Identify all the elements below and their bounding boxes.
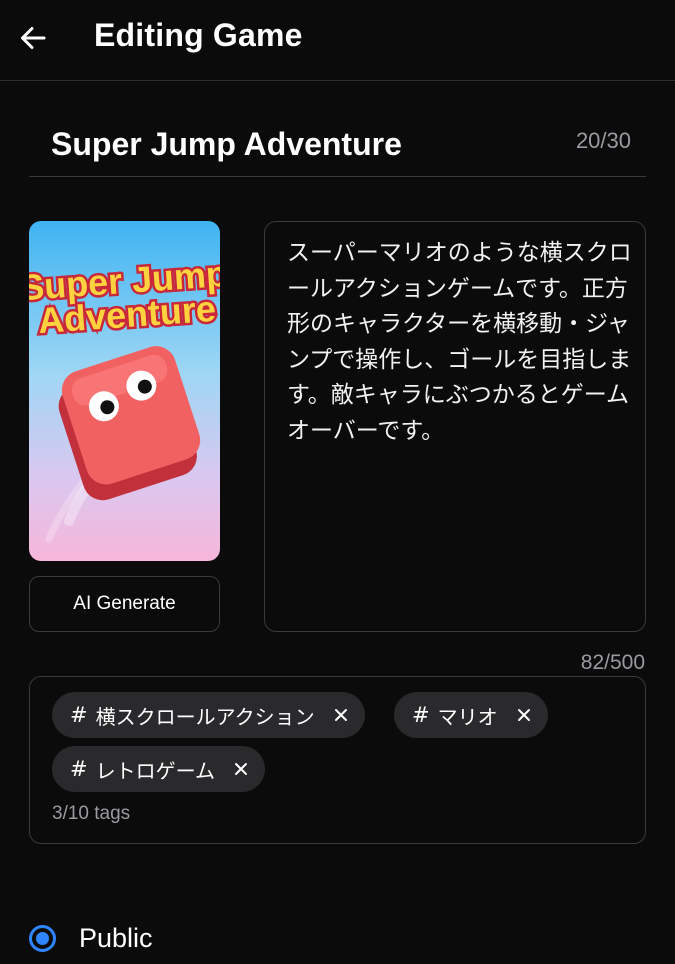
hash-icon: # [70,757,88,781]
radio-dot [36,931,49,945]
tag-chip[interactable]: # マリオ [394,692,548,738]
description-text: スーパーマリオのような横スクロールアクションゲームです。正方形のキャラクターを横… [287,240,632,444]
tag-chip[interactable]: # レトロゲーム [52,746,266,792]
close-icon[interactable] [231,759,251,779]
page-title: Editing Game [94,17,303,53]
close-icon[interactable] [331,705,351,725]
description-char-counter: 82/500 [580,651,645,674]
header: Editing Game [0,0,675,81]
tag-label: マリオ [437,704,498,729]
visibility-label: Public [79,922,153,953]
radio-selected-icon[interactable] [29,924,56,952]
back-button[interactable] [14,19,52,57]
editing-game-screen: Editing Game 20/30 Super Jump Adventure [0,0,675,964]
title-char-counter: 20/30 [575,128,631,153]
tags-field[interactable]: # 横スクロールアクション # マリオ # レトロゲーム 3/10 tags [29,676,646,844]
visibility-public-option[interactable]: Public [29,918,153,958]
description-field[interactable]: スーパーマリオのような横スクロールアクションゲームです。正方形のキャラクターを横… [264,221,646,632]
game-thumbnail[interactable]: Super Jump Adventure [29,221,220,561]
ai-generate-button[interactable]: AI Generate [29,576,220,632]
tags-count: 3/10 tags [52,803,131,824]
arrow-left-icon [21,27,46,49]
tag-chip[interactable]: # 横スクロールアクション [52,692,365,738]
close-icon[interactable] [514,705,534,725]
game-title-field: 20/30 [29,118,646,177]
game-title-input[interactable] [51,122,551,166]
tag-label: レトロゲーム [95,758,216,783]
hash-icon: # [412,703,430,727]
hash-icon: # [70,703,88,727]
tag-label: 横スクロールアクション [95,704,315,729]
